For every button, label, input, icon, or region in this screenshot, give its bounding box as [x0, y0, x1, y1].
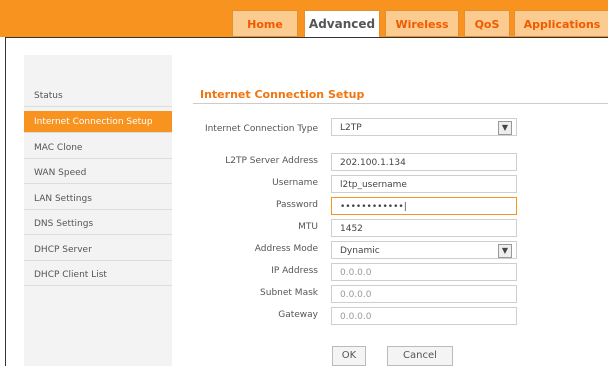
- sidebar-item-lan-settings[interactable]: LAN Settings: [24, 188, 172, 210]
- sidebar-item-dhcp-client-list[interactable]: DHCP Client List: [24, 264, 172, 286]
- mtu-label: MTU: [298, 222, 318, 232]
- tab-applications[interactable]: Applications: [514, 10, 608, 37]
- subnet-mask-label: Subnet Mask: [260, 288, 318, 298]
- sidebar-item-dns-settings[interactable]: DNS Settings: [24, 213, 172, 235]
- password-input[interactable]: ••••••••••••|: [331, 197, 517, 215]
- chevron-down-icon: ▼: [498, 121, 512, 135]
- mtu-input[interactable]: 1452: [331, 219, 517, 237]
- ok-button[interactable]: OK: [332, 346, 366, 366]
- cancel-button[interactable]: Cancel: [387, 346, 453, 366]
- server-address-input[interactable]: 202.100.1.134: [331, 153, 517, 171]
- gateway-input[interactable]: 0.0.0.0: [331, 307, 517, 325]
- top-tabs: Home Advanced Wireless QoS Applications: [0, 0, 608, 38]
- sidebar-item-internet-connection-setup[interactable]: Internet Connection Setup: [24, 111, 172, 133]
- frame-left-border: [5, 37, 6, 366]
- address-mode-select[interactable]: Dynamic ▼: [331, 241, 517, 259]
- chevron-down-icon: ▼: [498, 244, 512, 258]
- server-address-label: L2TP Server Address: [225, 156, 318, 166]
- password-label: Password: [275, 200, 318, 210]
- tab-wireless[interactable]: Wireless: [385, 10, 459, 37]
- address-mode-label: Address Mode: [254, 244, 318, 254]
- ip-address-label: IP Address: [271, 266, 318, 276]
- username-label: Username: [272, 178, 318, 188]
- subnet-mask-input[interactable]: 0.0.0.0: [331, 285, 517, 303]
- ip-address-input[interactable]: 0.0.0.0: [331, 263, 517, 281]
- tab-home[interactable]: Home: [232, 10, 298, 37]
- sidebar-item-mac-clone[interactable]: MAC Clone: [24, 137, 172, 159]
- connection-type-label: Internet Connection Type: [204, 124, 318, 134]
- gateway-label: Gateway: [278, 310, 318, 320]
- title-divider: [193, 103, 608, 104]
- frame-top-border: [5, 37, 608, 38]
- connection-type-select[interactable]: L2TP ▼: [331, 118, 517, 136]
- tab-advanced[interactable]: Advanced: [304, 10, 380, 38]
- sidebar-item-status[interactable]: Status: [24, 85, 172, 107]
- username-input[interactable]: l2tp_username: [331, 175, 517, 193]
- sidebar-item-wan-speed[interactable]: WAN Speed: [24, 162, 172, 184]
- page-title: Internet Connection Setup: [200, 88, 365, 101]
- sidebar-item-dhcp-server[interactable]: DHCP Server: [24, 239, 172, 261]
- sidebar: Status Internet Connection Setup MAC Clo…: [24, 55, 172, 366]
- address-mode-value: Dynamic: [340, 246, 380, 256]
- connection-type-value: L2TP: [340, 123, 362, 133]
- tab-qos[interactable]: QoS: [464, 10, 510, 37]
